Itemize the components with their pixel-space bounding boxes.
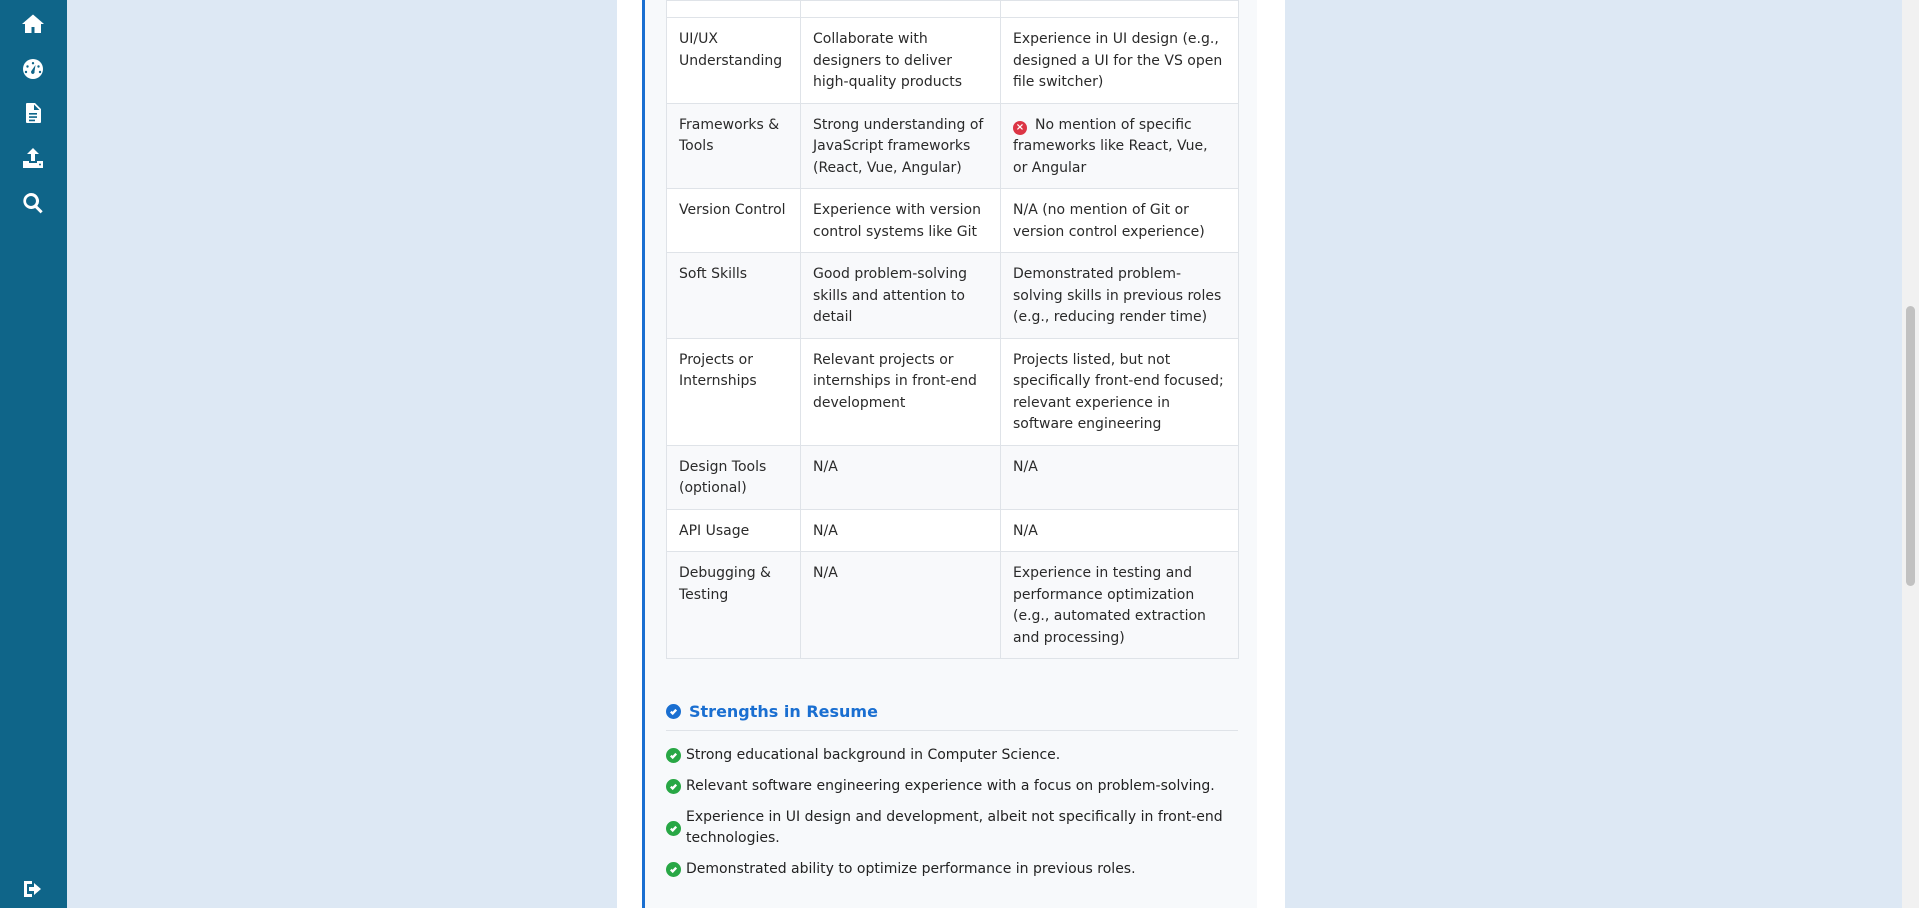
- strengths-header: Strengths in Resume: [666, 700, 1238, 731]
- x-circle-icon: ×: [1013, 120, 1027, 135]
- cell-text: Good problem-solving skills and attentio…: [813, 266, 967, 325]
- table-cell-requirement: N/A: [800, 444, 1001, 510]
- check-circle-icon: [666, 820, 681, 836]
- cell-text: N/A: [813, 565, 838, 581]
- table-cell-resume: Experience in testing and performance op…: [1000, 551, 1239, 659]
- cell-text: Strong understanding of JavaScript frame…: [813, 116, 984, 176]
- strength-text: Experience in UI design and development,…: [686, 809, 1223, 846]
- cell-text: N/A (no mention of Git or version contro…: [1013, 202, 1205, 240]
- cell-text: Frameworks & Tools: [679, 116, 780, 155]
- strengths-title: Strengths in Resume: [689, 702, 878, 721]
- sidebar: [0, 0, 67, 908]
- upload-icon[interactable]: [18, 143, 48, 173]
- table-cell-requirement: Collaborate with designers to deliver hi…: [800, 17, 1001, 104]
- search-icon[interactable]: [18, 188, 48, 218]
- table-cell-resume: Demonstrated problem-solving skills in p…: [1000, 252, 1239, 339]
- logout-icon[interactable]: [18, 874, 48, 904]
- table-cell-requirement: Relevant projects or internships in fron…: [800, 337, 1001, 446]
- document-icon[interactable]: [18, 98, 48, 128]
- table-cell-criterion: Projects or Internships: [666, 337, 801, 446]
- table-cell-requirement: Strong understanding of JavaScript frame…: [800, 102, 1001, 189]
- cell-text: N/A: [1013, 522, 1038, 539]
- check-circle-icon: [666, 704, 681, 719]
- cell-text: Demonstrated problem-solving skills in p…: [1013, 266, 1222, 325]
- table-cell-resume: Projects listed, but not specifically fr…: [1000, 337, 1239, 446]
- table-cell-criterion: Design Tools (optional): [666, 444, 801, 510]
- strength-item: Experience in UI design and development,…: [666, 807, 1238, 849]
- table-cell-resume: N/A: [1000, 444, 1239, 510]
- strength-item: Relevant software engineering experience…: [666, 776, 1238, 797]
- table-cell-resume: N/A: [1000, 508, 1239, 552]
- cell-text: Relevant projects or internships in fron…: [813, 351, 977, 411]
- table-row: Design Tools (optional) N/A N/A: [666, 444, 1239, 510]
- cell-text: API Usage: [679, 522, 750, 539]
- cell-text: UI/UX Understanding: [679, 31, 783, 69]
- cell-text: Soft Skills: [679, 266, 748, 282]
- strength-text: Relevant software engineering experience…: [686, 778, 1215, 794]
- table-row: API Usage N/A N/A: [666, 508, 1239, 552]
- cell-text: Experience in UI design (e.g., designed …: [1013, 31, 1223, 90]
- cell-text: No mention of specific frameworks like R…: [1013, 116, 1208, 176]
- table-row: Debugging & Testing N/A Experience in test…: [666, 551, 1239, 659]
- home-icon[interactable]: [18, 9, 48, 39]
- cell-text: Experience in testing and performance op…: [1013, 565, 1206, 646]
- table-cell-criterion: Version Control: [666, 188, 801, 253]
- check-circle-icon: [666, 779, 681, 794]
- table-cell-resume: Experience in UI design (e.g., designed …: [1000, 17, 1239, 104]
- strength-text: Demonstrated ability to optimize perform…: [686, 861, 1136, 877]
- cell-text: Debugging & Testing: [679, 565, 771, 603]
- cell-text: Experience with version control systems …: [813, 202, 981, 240]
- cell-text: Projects or Internships: [679, 351, 757, 390]
- strength-item: Strong educational background in Compute…: [666, 745, 1238, 766]
- strengths-section: Strengths in Resume Strong educational b…: [666, 700, 1238, 890]
- comparison-table: UI/UX Understanding Collaborate with desi…: [666, 0, 1239, 659]
- strength-text: Strong educational background in Compute…: [686, 747, 1061, 763]
- table-row: UI/UX Understanding Collaborate with desi…: [666, 17, 1239, 104]
- check-circle-icon: [666, 748, 681, 763]
- cell-text: Version Control: [679, 202, 786, 218]
- table-cell-criterion: Frameworks & Tools: [666, 102, 801, 189]
- table-cell-resume: N/A (no mention of Git or version contro…: [1000, 188, 1239, 253]
- table-row: Version Control Experience with version c…: [666, 188, 1239, 253]
- strengths-list: Strong educational background in Compute…: [666, 745, 1238, 880]
- cell-text: Collaborate with designers to deliver hi…: [813, 31, 963, 90]
- table-cell-criterion: UI/UX Understanding: [666, 17, 801, 104]
- strength-item: Demonstrated ability to optimize perform…: [666, 859, 1238, 880]
- table-row: Soft Skills Good problem-solving skills a…: [666, 252, 1239, 339]
- table-cell-criterion: API Usage: [666, 508, 801, 552]
- table-cell-criterion: Soft Skills: [666, 252, 801, 339]
- cell-text: N/A: [1013, 458, 1038, 475]
- check-circle-icon: [666, 862, 681, 877]
- table-cell-requirement: N/A: [800, 551, 1001, 659]
- table-cell-requirement: Good problem-solving skills and attentio…: [800, 252, 1001, 339]
- cell-text: N/A: [813, 522, 838, 539]
- scrollbar[interactable]: [1902, 0, 1919, 908]
- cell-text: Projects listed, but not specifically fr…: [1013, 351, 1224, 433]
- table-cell-requirement: N/A: [800, 508, 1001, 552]
- table-row: Projects or Internships Relevant projects…: [666, 337, 1239, 446]
- table-cell-resume: × No mention of specific frameworks like …: [1000, 102, 1239, 189]
- table-cell-requirement: Experience with version control systems …: [800, 188, 1001, 253]
- table-row-partial: [666, 0, 1239, 18]
- cell-text: Design Tools (optional): [679, 458, 767, 497]
- cell-text: N/A: [813, 458, 838, 475]
- table-cell-criterion: Debugging & Testing: [666, 551, 801, 659]
- dashboard-icon[interactable]: [18, 54, 48, 84]
- table-row: Frameworks & Tools Strong understanding o…: [666, 102, 1239, 189]
- scrollbar-thumb[interactable]: [1906, 306, 1915, 586]
